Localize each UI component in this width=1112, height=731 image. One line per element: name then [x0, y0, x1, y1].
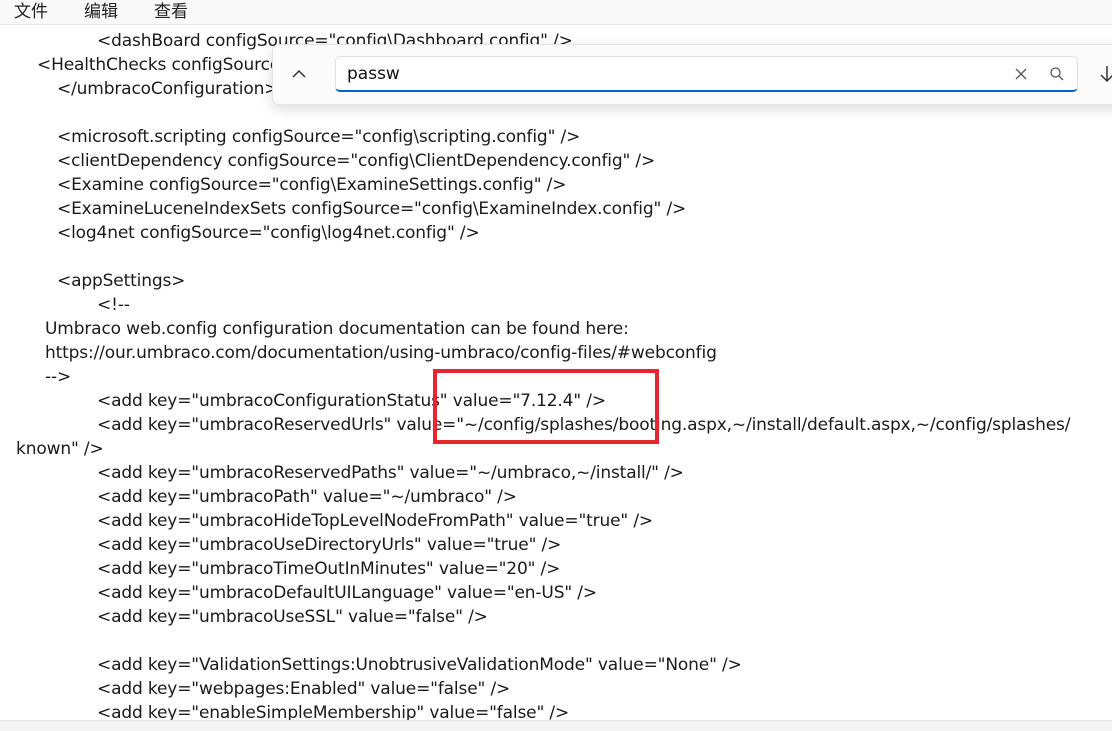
code-line: <add key="umbracoUseDirectoryUrls" value… — [97, 535, 562, 555]
code-line: <add key="umbracoDefaultUILanguage" valu… — [97, 583, 597, 603]
menu-view[interactable]: 查看 — [152, 0, 190, 22]
code-line: https://our.umbraco.com/documentation/us… — [45, 343, 717, 363]
code-line: --> — [45, 367, 72, 387]
code-line: <add key="umbracoPath" value="~/umbraco"… — [97, 487, 517, 507]
code-line: <add key="umbracoHideTopLevelNodeFromPat… — [97, 511, 654, 531]
search-icon[interactable] — [1045, 62, 1069, 86]
code-line: <add key="umbracoTimeOutInMinutes" value… — [97, 559, 561, 579]
code-line: <clientDependency configSource="config\C… — [57, 151, 656, 171]
find-bar — [272, 44, 1112, 105]
find-input[interactable] — [347, 61, 997, 87]
code-line: <add key="umbracoUseSSL" value="false" /… — [97, 607, 488, 627]
arrow-down-icon[interactable] — [1095, 62, 1112, 86]
code-line: <add key="webpages:Enabled" value="false… — [97, 679, 511, 699]
code-line: </umbracoConfiguration> — [57, 79, 279, 99]
code-line: Umbraco web.config configuration documen… — [45, 319, 629, 339]
menu-edit[interactable]: 编辑 — [82, 0, 120, 22]
code-line: <add key="enableSimpleMembership" value=… — [97, 703, 570, 721]
code-line: <add key="ValidationSettings:Unobtrusive… — [97, 655, 742, 675]
code-line: <appSettings> — [57, 271, 186, 291]
code-line: <add key="umbracoReservedPaths" value="~… — [97, 463, 684, 483]
code-line: known" /> — [16, 439, 104, 459]
code-line: <log4net configSource="config\log4net.co… — [57, 223, 480, 243]
code-line: <!-- — [97, 295, 130, 315]
menu-file[interactable]: 文件 — [12, 0, 50, 22]
code-line: <ExamineLuceneIndexSets configSource="co… — [57, 199, 687, 219]
red-highlight-box — [433, 369, 659, 444]
close-icon[interactable] — [1009, 62, 1033, 86]
status-bar — [0, 720, 1112, 731]
find-input-wrapper — [335, 56, 1078, 92]
code-line: <Examine configSource="config\ExamineSet… — [57, 175, 567, 195]
chevron-up-icon[interactable] — [285, 60, 313, 88]
code-line: <microsoft.scripting configSource="confi… — [57, 127, 581, 147]
menu-bar: 文件 编辑 查看 — [0, 0, 1112, 24]
